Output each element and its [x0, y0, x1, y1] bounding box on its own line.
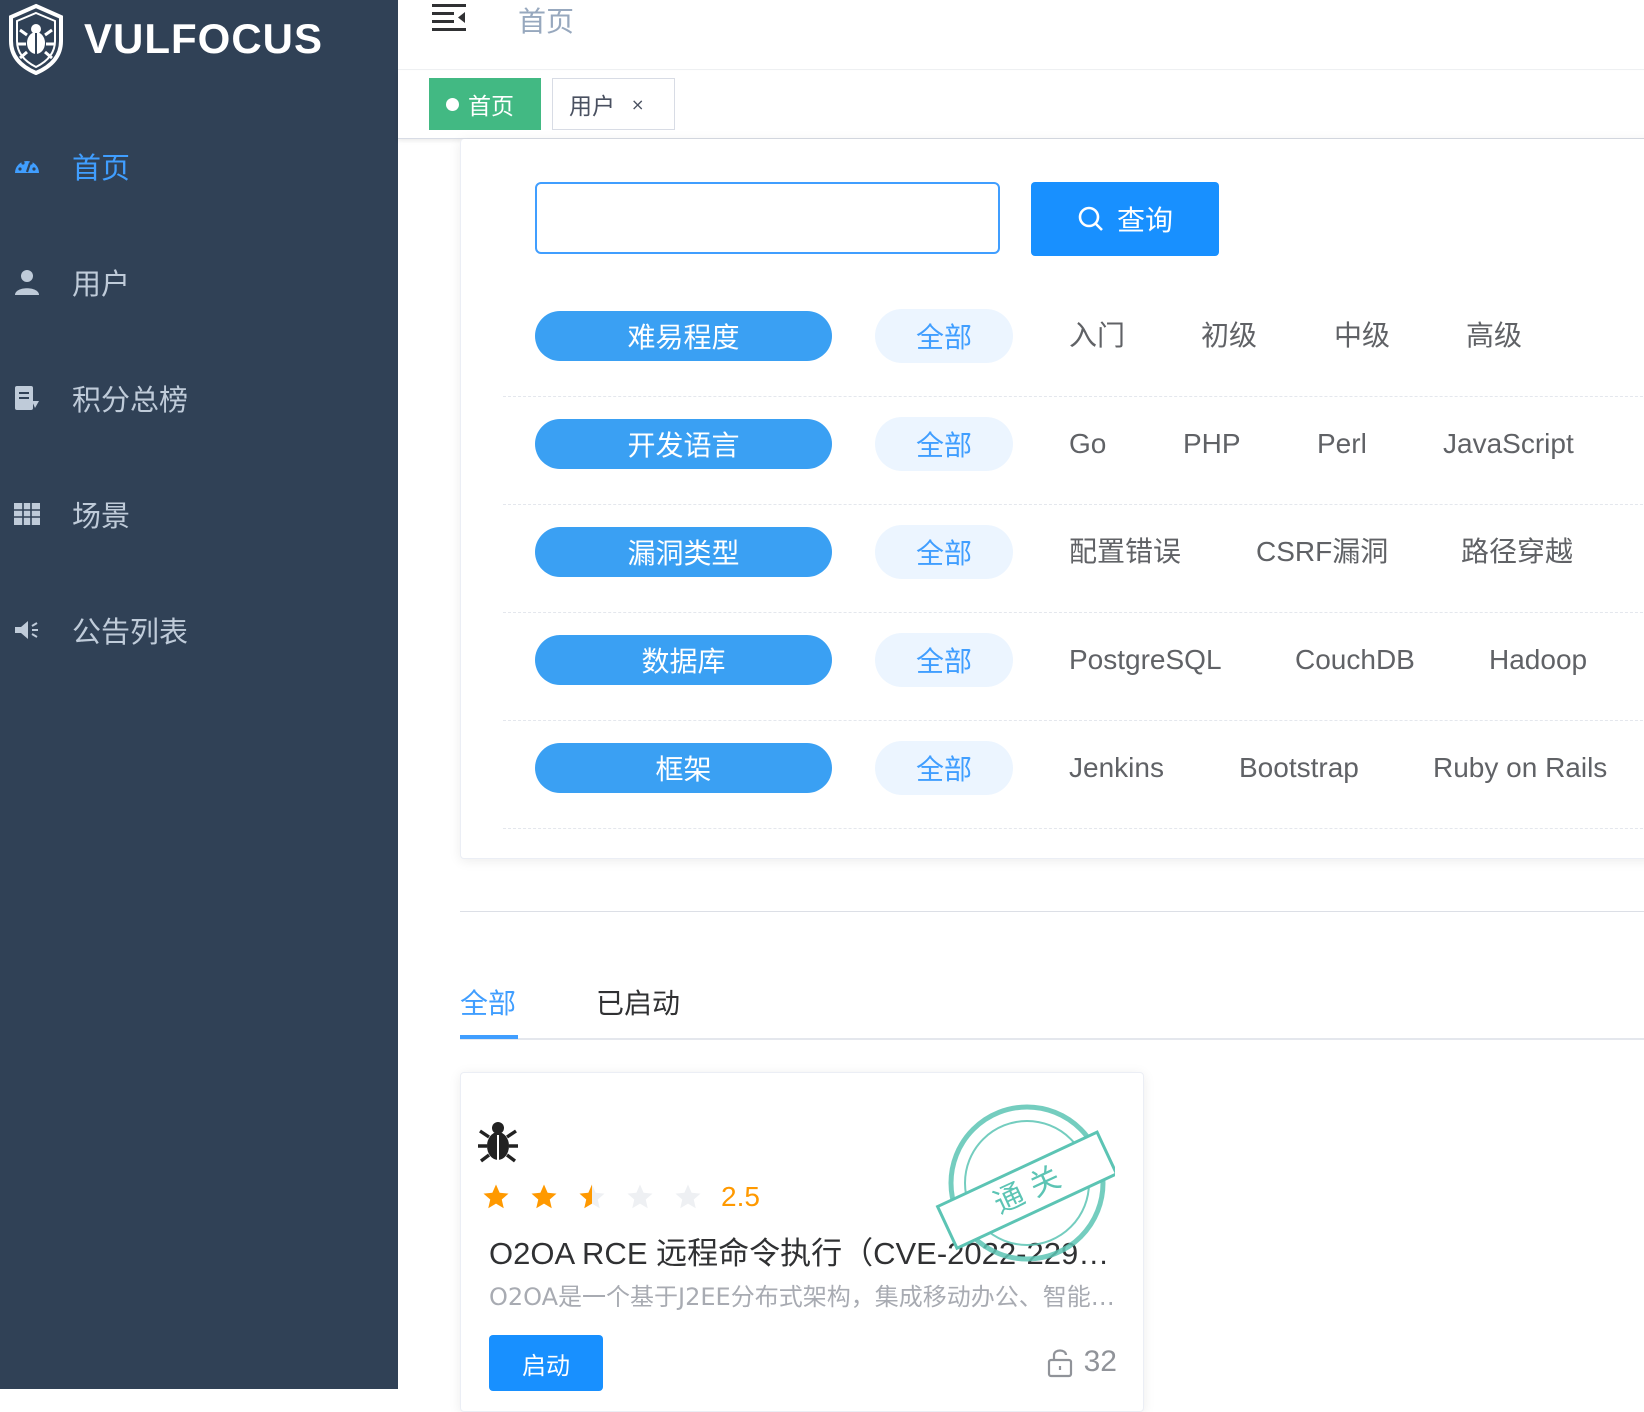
bug-icon: [477, 1119, 519, 1163]
unlock-count: 32: [1046, 1345, 1117, 1379]
filter-all-option[interactable]: 全部: [875, 417, 1013, 471]
filter-option[interactable]: 高级: [1466, 309, 1522, 363]
sidebar-item-label: 公告列表: [72, 609, 188, 651]
close-icon[interactable]: ×: [631, 95, 644, 114]
tab-all[interactable]: 全部: [460, 982, 516, 1022]
section-divider: [460, 911, 1644, 912]
sidebar-item-label: 首页: [72, 145, 130, 187]
filter-row-database: 数据库 全部 PostgreSQL CouchDB Hadoop: [503, 613, 1644, 721]
table-icon: [12, 499, 42, 529]
filter-option[interactable]: PHP: [1183, 417, 1241, 471]
filter-option[interactable]: PostgreSQL: [1069, 633, 1222, 687]
tag-home[interactable]: 首页: [429, 78, 541, 130]
tag-label: 用户: [569, 87, 615, 121]
filter-option[interactable]: 入门: [1069, 309, 1125, 363]
category-label: 框架: [535, 743, 832, 793]
sidebar-item-home[interactable]: 首页: [0, 136, 398, 196]
filter-option[interactable]: CouchDB: [1295, 633, 1415, 687]
sidebar-item-leaderboard[interactable]: 积分总榜: [0, 368, 398, 428]
tags-view: 首页 用户 ×: [398, 71, 1644, 139]
search-icon: [1077, 205, 1105, 233]
star-empty-icon: [625, 1182, 655, 1212]
filter-option[interactable]: CSRF漏洞: [1256, 525, 1388, 579]
tab-started[interactable]: 已启动: [596, 982, 680, 1022]
rating-stars: 2.5: [481, 1181, 760, 1213]
vuln-card[interactable]: 2.5 O2OA RCE 远程命令执行（CVE-2022-22916） O2OA…: [460, 1072, 1144, 1412]
search-input[interactable]: [535, 182, 1000, 254]
filter-option[interactable]: Bootstrap: [1239, 741, 1359, 795]
rating-value: 2.5: [721, 1181, 760, 1213]
sidebar-item-announcements[interactable]: 公告列表: [0, 600, 398, 660]
sidebar: VULFOCUS 首页 用户 积分总榜: [0, 0, 398, 1389]
vuln-description: O2OA是一个基于J2EE分布式架构，集成移动办公、智能办公，支持私有化部署: [489, 1277, 1121, 1312]
unlock-icon: [1046, 1346, 1074, 1378]
count-value: 32: [1084, 1345, 1117, 1379]
start-button[interactable]: 启动: [489, 1335, 603, 1391]
filter-option[interactable]: Perl: [1317, 417, 1367, 471]
filter-option[interactable]: Go: [1069, 417, 1106, 471]
main-content: 首页 首页 用户 × 查询 难易程度 全部 入门 初级 中级 高级: [398, 0, 1644, 1389]
filter-row-vuln-type: 漏洞类型 全部 配置错误 CSRF漏洞 路径穿越: [503, 505, 1644, 613]
star-icon: [529, 1182, 559, 1212]
category-label: 数据库: [535, 635, 832, 685]
filter-option[interactable]: 初级: [1201, 309, 1257, 363]
filter-row-language: 开发语言 全部 Go PHP Perl JavaScript: [503, 397, 1644, 505]
filter-option[interactable]: Ruby on Rails: [1433, 741, 1607, 795]
sidebar-item-label: 积分总榜: [72, 377, 188, 419]
tab-active-indicator: [460, 1035, 518, 1039]
shield-bug-logo-icon: [6, 3, 66, 75]
filter-all-option[interactable]: 全部: [875, 633, 1013, 687]
sidebar-item-users[interactable]: 用户: [0, 252, 398, 312]
status-tabs: 全部 已启动: [460, 960, 1644, 1040]
filter-all-option[interactable]: 全部: [875, 309, 1013, 363]
filter-option[interactable]: Hadoop: [1489, 633, 1587, 687]
search-button-label: 查询: [1117, 199, 1173, 239]
sidebar-item-scenes[interactable]: 场景: [0, 484, 398, 544]
filter-all-option[interactable]: 全部: [875, 525, 1013, 579]
hamburger-icon[interactable]: [432, 2, 466, 32]
search-button[interactable]: 查询: [1031, 182, 1219, 256]
filter-row-framework: 框架 全部 Jenkins Bootstrap Ruby on Rails: [503, 721, 1644, 829]
filter-option[interactable]: 配置错误: [1069, 525, 1181, 579]
filter-option[interactable]: JavaScript: [1443, 417, 1574, 471]
list-icon: [12, 383, 42, 413]
brand-name: VULFOCUS: [84, 15, 323, 63]
category-label: 开发语言: [535, 419, 832, 469]
filter-all-option[interactable]: 全部: [875, 741, 1013, 795]
sidebar-item-label: 场景: [72, 493, 130, 535]
category-label: 难易程度: [535, 311, 832, 361]
category-label: 漏洞类型: [535, 527, 832, 577]
filter-option[interactable]: 路径穿越: [1461, 525, 1573, 579]
star-half-icon: [577, 1182, 607, 1212]
filter-option[interactable]: 中级: [1334, 309, 1390, 363]
breadcrumb[interactable]: 首页: [518, 0, 574, 40]
speaker-icon: [12, 615, 42, 645]
active-dot-icon: [446, 98, 459, 111]
filter-row-difficulty: 难易程度 全部 入门 初级 中级 高级: [503, 289, 1644, 397]
filter-card: 查询 难易程度 全部 入门 初级 中级 高级 开发语言 全部 Go PHP Pe…: [460, 139, 1644, 859]
navbar: 首页: [398, 0, 1644, 70]
tag-users[interactable]: 用户 ×: [552, 78, 675, 130]
sidebar-item-label: 用户: [72, 261, 130, 303]
tag-label: 首页: [468, 87, 514, 121]
brand[interactable]: VULFOCUS: [6, 0, 323, 78]
passed-stamp-icon: 通 关: [931, 1091, 1115, 1275]
dashboard-icon: [12, 151, 42, 181]
star-empty-icon: [673, 1182, 703, 1212]
filter-option[interactable]: Jenkins: [1069, 741, 1164, 795]
user-icon: [12, 267, 42, 297]
star-icon: [481, 1182, 511, 1212]
